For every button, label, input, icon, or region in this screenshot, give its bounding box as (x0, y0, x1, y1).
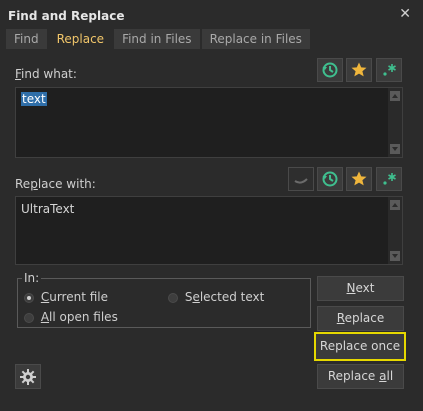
scope-group-label: In: (22, 271, 42, 285)
tab-replace[interactable]: Replace (48, 29, 113, 49)
radio-unselected-icon[interactable] (24, 312, 34, 323)
replace-scrollbar[interactable] (388, 197, 402, 264)
toggle-icon (294, 178, 308, 184)
settings-button[interactable] (15, 364, 41, 389)
replace-regex-button[interactable] (376, 167, 402, 191)
next-button[interactable]: Next (317, 276, 404, 301)
find-regex-button[interactable] (376, 58, 402, 82)
replace-history-button[interactable] (317, 167, 343, 191)
radio-selected-text[interactable]: Selected text (168, 290, 264, 304)
tab-find-in-files[interactable]: Find in Files (114, 29, 200, 49)
find-what-value: text (21, 92, 47, 106)
replace-all-button[interactable]: Replace all (317, 364, 404, 389)
replace-once-button[interactable]: Replace once (314, 332, 406, 361)
scroll-down-icon[interactable] (390, 144, 400, 154)
replace-favorites-button[interactable] (346, 167, 372, 191)
scroll-down-icon[interactable] (390, 251, 400, 261)
history-icon (322, 62, 338, 78)
find-history-button[interactable] (317, 58, 343, 82)
find-favorites-button[interactable] (346, 58, 372, 82)
replace-with-value: UltraText (21, 202, 75, 216)
replace-with-input[interactable]: UltraText (15, 196, 403, 265)
regex-icon (383, 173, 396, 185)
favorites-star-icon (351, 62, 367, 77)
tab-bar: Find Replace Find in Files Replace in Fi… (6, 29, 312, 49)
radio-unselected-icon[interactable] (168, 292, 178, 303)
find-what-label: Find what: (15, 67, 77, 81)
tab-find[interactable]: Find (6, 29, 47, 49)
favorites-star-icon (351, 171, 367, 186)
replace-with-label: Replace with: (15, 177, 96, 191)
regex-icon (383, 64, 396, 76)
gear-icon (20, 368, 36, 385)
radio-selected-icon[interactable] (24, 292, 34, 303)
history-icon (322, 171, 338, 187)
find-scrollbar[interactable] (388, 88, 402, 157)
replace-button[interactable]: Replace (317, 306, 404, 331)
replace-toggle-button[interactable] (288, 167, 314, 191)
tab-replace-in-files[interactable]: Replace in Files (201, 29, 310, 49)
find-what-input[interactable]: text (15, 87, 403, 158)
radio-current-file[interactable]: Current file (24, 290, 108, 304)
scroll-up-icon[interactable] (390, 200, 400, 210)
close-icon[interactable]: ✕ (399, 6, 411, 22)
window-title: Find and Replace (8, 9, 125, 23)
scroll-up-icon[interactable] (390, 91, 400, 101)
radio-all-open-files[interactable]: All open files (24, 310, 118, 324)
